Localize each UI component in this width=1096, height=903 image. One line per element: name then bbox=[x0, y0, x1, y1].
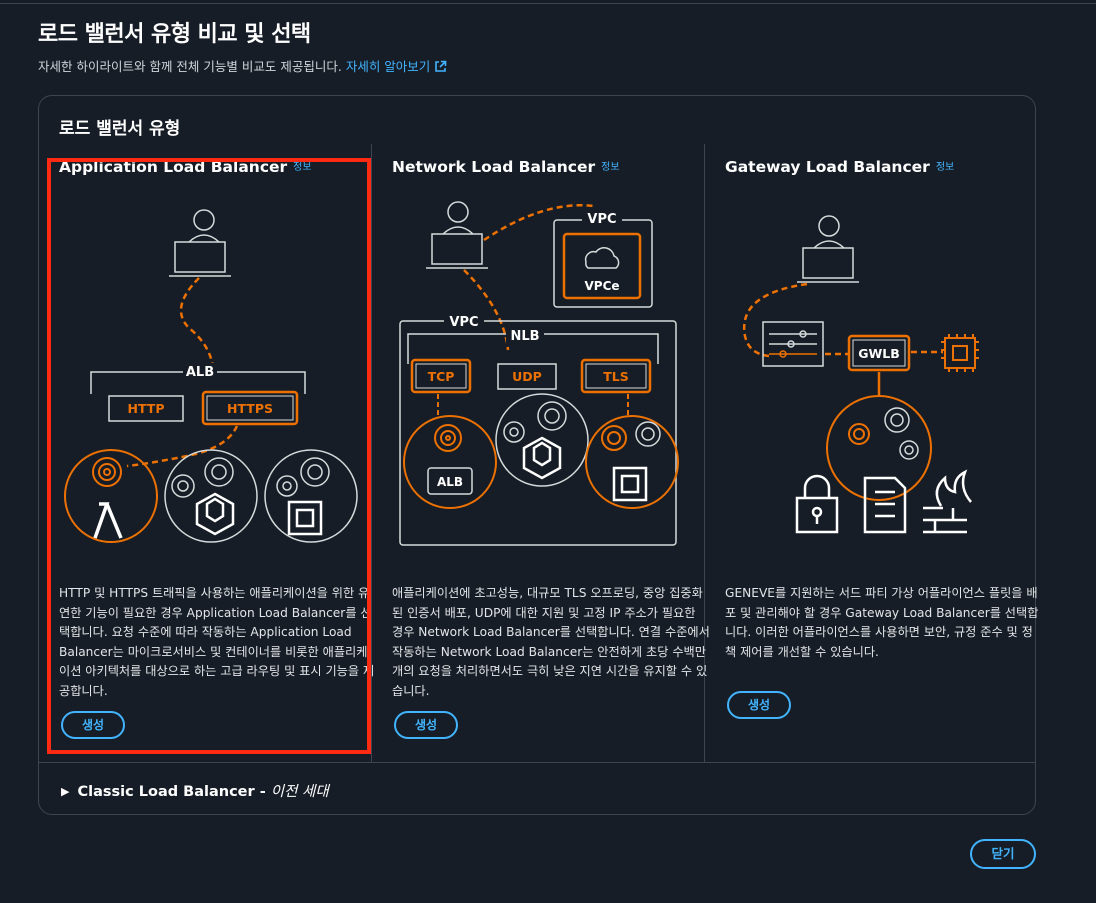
close-button[interactable]: 닫기 bbox=[970, 839, 1036, 869]
caret-right-icon: ▶ bbox=[61, 785, 70, 798]
filter-icon bbox=[762, 321, 824, 367]
classic-load-balancer-expander[interactable]: ▶ Classic Load Balancer - 이전 세대 bbox=[61, 780, 329, 801]
alb-target-label: ALB bbox=[437, 475, 463, 489]
section-title: 로드 밸런서 유형 bbox=[59, 119, 181, 139]
vpc-label: VPC bbox=[449, 315, 478, 330]
description-text: 자세한 하이라이트와 함께 전체 기능별 비교도 제공됩니다. bbox=[38, 59, 342, 74]
vpce-label: VPCe bbox=[584, 279, 619, 293]
info-link[interactable]: 정보 bbox=[601, 162, 619, 173]
top-border bbox=[0, 0, 1096, 4]
gwlb-label: GWLB bbox=[858, 346, 900, 361]
card-network-load-balancer: Network Load Balancer 정보 VPC VPCe VPC NL… bbox=[392, 158, 710, 758]
card-title: Network Load Balancer 정보 bbox=[392, 158, 620, 176]
nlb-diagram: VPC VPCe VPC NLB TCP UDP TLS ALB bbox=[399, 201, 679, 546]
firewall-icon bbox=[923, 469, 972, 534]
nlb-label: NLB bbox=[510, 329, 539, 344]
udp-label: UDP bbox=[512, 369, 542, 384]
vpc-top-label: VPC bbox=[587, 212, 616, 227]
learn-more-link[interactable]: 자세히 알아보기 bbox=[346, 59, 447, 74]
chip-icon bbox=[612, 466, 648, 502]
create-gwlb-button[interactable]: 생성 bbox=[727, 691, 791, 719]
checklist-icon bbox=[863, 476, 907, 534]
tcp-label: TCP bbox=[428, 369, 455, 384]
info-link[interactable]: 정보 bbox=[936, 162, 954, 173]
card-description: GENEVE를 지원하는 서드 파티 가상 어플라이언스 플릿을 배포 및 관리… bbox=[725, 586, 1039, 659]
section-divider bbox=[39, 762, 1035, 763]
page-title: 로드 밸런서 유형 비교 및 선택 bbox=[38, 22, 311, 47]
create-nlb-button[interactable]: 생성 bbox=[394, 711, 458, 739]
container-icon bbox=[522, 436, 562, 480]
external-link-icon bbox=[434, 60, 447, 76]
tls-label: TLS bbox=[603, 369, 629, 384]
load-balancer-types-panel: 로드 밸런서 유형 Application Load Balancer 정보 AL… bbox=[38, 95, 1038, 815]
card-title: Gateway Load Balancer 정보 bbox=[725, 158, 955, 176]
card-description: 애플리케이션에 초고성능, 대규모 TLS 오프로딩, 중앙 집중화된 인증서 … bbox=[392, 586, 710, 698]
chip-icon bbox=[941, 334, 979, 372]
user-laptop-icon bbox=[426, 201, 488, 269]
page-description: 자세한 하이라이트와 함께 전체 기능별 비교도 제공됩니다. 자세히 알아보기 bbox=[38, 56, 447, 76]
selected-card-highlight bbox=[47, 158, 371, 754]
lock-icon bbox=[795, 474, 839, 534]
cloud-icon bbox=[584, 247, 620, 269]
card-gateway-load-balancer: Gateway Load Balancer 정보 GWLB GENEVE를 지원… bbox=[725, 158, 1043, 758]
gwlb-diagram: GWLB bbox=[742, 215, 979, 534]
user-laptop-icon bbox=[797, 215, 859, 283]
